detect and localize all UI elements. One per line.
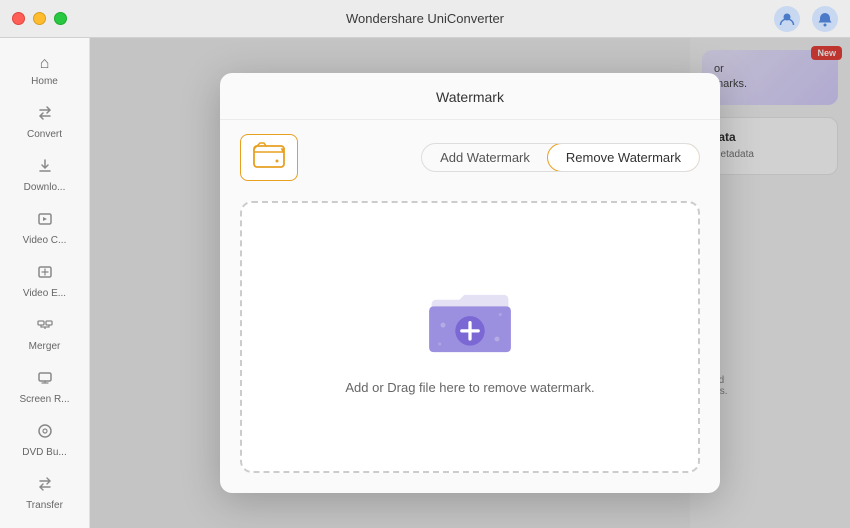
sidebar-item-dvd[interactable]: DVD Bu... (6, 415, 83, 466)
video-editor-icon (37, 264, 53, 285)
sidebar-label-video-c: Video C... (12, 235, 77, 246)
remove-watermark-tab[interactable]: Remove Watermark (547, 143, 700, 172)
drop-zone[interactable]: Add or Drag file here to remove watermar… (240, 201, 700, 473)
screen-icon (37, 370, 53, 391)
sidebar-label-transfer: Transfer (12, 500, 77, 511)
folder-icon-wrap (425, 279, 515, 364)
content-area: New ormarks. lata netadata t andvices. W… (90, 38, 850, 528)
sidebar-item-screen[interactable]: Screen R... (6, 362, 83, 413)
sidebar-item-player[interactable]: Player (6, 521, 83, 528)
sidebar-item-video-e[interactable]: Video E... (6, 256, 83, 307)
title-bar: Wondershare UniConverter (0, 0, 850, 38)
sidebar: ⌂ Home Convert Downlo... Video C... (0, 38, 90, 528)
drop-zone-text: Add or Drag file here to remove watermar… (345, 380, 594, 395)
sidebar-label-screen: Screen R... (12, 394, 77, 405)
sidebar-item-home[interactable]: ⌂ Home (6, 47, 83, 95)
merger-icon (37, 317, 53, 338)
sidebar-item-transfer[interactable]: Transfer (6, 468, 83, 519)
sidebar-label-home: Home (12, 76, 77, 87)
modal: Watermark ▼ (220, 73, 720, 493)
modal-overlay: Watermark ▼ (90, 38, 850, 528)
convert-icon (37, 105, 53, 126)
modal-header: Watermark (220, 73, 720, 120)
modal-title: Watermark (436, 89, 504, 105)
video-compress-icon (37, 211, 53, 232)
add-watermark-tab[interactable]: Add Watermark (422, 144, 548, 171)
modal-toolbar: ▼ Add Watermark Remove Watermark (220, 120, 720, 191)
sidebar-label-video-e: Video E... (12, 288, 77, 299)
sidebar-item-video-c[interactable]: Video C... (6, 203, 83, 254)
close-button[interactable] (12, 12, 25, 25)
sidebar-item-download[interactable]: Downlo... (6, 150, 83, 201)
user-icon[interactable] (774, 6, 800, 32)
file-add-icon: ▼ (253, 141, 285, 174)
transfer-icon (37, 476, 53, 497)
sidebar-label-merger: Merger (12, 341, 77, 352)
sidebar-label-convert: Convert (12, 129, 77, 140)
sidebar-item-convert[interactable]: Convert (6, 97, 83, 148)
sidebar-label-dvd: DVD Bu... (12, 447, 77, 458)
svg-text:▼: ▼ (279, 146, 285, 155)
title-bar-icons (774, 6, 838, 32)
window-controls (12, 12, 67, 25)
sidebar-label-download: Downlo... (12, 182, 77, 193)
app-window: Wondershare UniConverter ⌂ Home (0, 0, 850, 528)
notification-icon[interactable] (812, 6, 838, 32)
minimize-button[interactable] (33, 12, 46, 25)
folder-icon (425, 279, 515, 359)
watermark-tab-group: Add Watermark Remove Watermark (421, 143, 700, 172)
dvd-icon (37, 423, 53, 444)
app-title: Wondershare UniConverter (346, 11, 504, 26)
add-file-button[interactable]: ▼ (240, 134, 298, 181)
sidebar-item-merger[interactable]: Merger (6, 309, 83, 360)
home-icon: ⌂ (40, 55, 50, 73)
download-icon (37, 158, 53, 179)
main-layout: ⌂ Home Convert Downlo... Video C... (0, 38, 850, 528)
maximize-button[interactable] (54, 12, 67, 25)
